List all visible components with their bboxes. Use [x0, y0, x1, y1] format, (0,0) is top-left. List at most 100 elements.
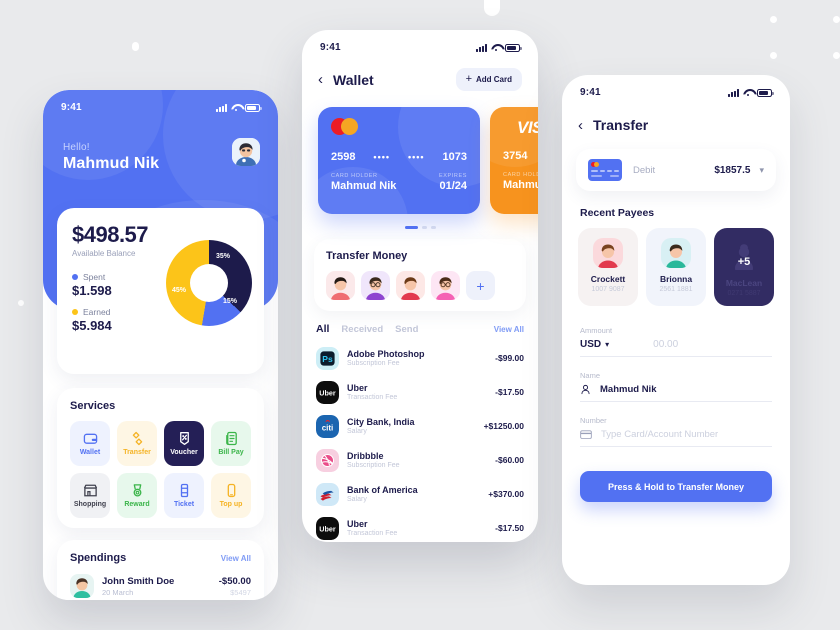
- status-time: 9:41: [61, 102, 82, 113]
- person-2-icon: [361, 271, 390, 300]
- spendings-view-all-link[interactable]: View All: [221, 554, 251, 563]
- spending-row[interactable]: John Smith Doe 20 March -$50.00 $5497: [70, 574, 251, 598]
- transaction-row[interactable]: Dribbble Subscription Fee -$60.00: [316, 443, 524, 477]
- card-holder-block: CARD HOLDER Mahmud Nik: [503, 172, 538, 191]
- legend-dot-icon: [72, 309, 78, 315]
- card-holder-label: CARD HOLDER: [331, 173, 378, 179]
- card-footer: CARD HOLDER Mahmud Nik: [503, 172, 538, 191]
- payee-name: Brionna: [659, 274, 693, 284]
- transaction-row[interactable]: Uber Uber Transaction Fee -$17.50: [316, 511, 524, 542]
- transaction-subtitle: Salary: [347, 428, 367, 435]
- payee-more-badge: +5: [737, 256, 751, 268]
- plus-icon: +: [476, 277, 485, 294]
- person-avatar[interactable]: [431, 271, 460, 300]
- name-input[interactable]: Mahmud Nik: [580, 384, 772, 402]
- transaction-name: Uber: [347, 519, 368, 529]
- source-account-selector[interactable]: Debit $1857.5 ▾: [576, 149, 776, 191]
- transaction-icon: Ps: [316, 346, 339, 370]
- card-icon: [580, 430, 592, 439]
- service-wallet[interactable]: Wallet: [70, 421, 110, 466]
- source-amount: $1857.5: [714, 164, 751, 176]
- payment-card-mastercard[interactable]: 2598 •••• •••• 1073 CARD HOLDER Mahmud N…: [318, 107, 480, 214]
- transaction-info: Dribbble Subscription Fee: [347, 451, 495, 469]
- phone-home-screen: 9:41 Hello! Mahmud Nik $498.57 Available…: [43, 90, 278, 600]
- service-transfer[interactable]: Transfer: [117, 421, 157, 466]
- avatar[interactable]: [232, 138, 260, 166]
- carousel-pager[interactable]: [302, 226, 538, 229]
- spendings-card: Spendings View All John Smith Doe 20 Marc…: [57, 540, 264, 600]
- service-bill-pay[interactable]: Bill Pay: [211, 421, 251, 466]
- add-person-button[interactable]: +: [466, 271, 495, 300]
- payment-card-visa[interactable]: VISA 3754 CARD HOLDER Mahmud Nik: [490, 107, 538, 214]
- transaction-row[interactable]: citi City Bank, India Salary +$1250.00: [316, 409, 524, 443]
- number-input[interactable]: Type Card/Account Number: [580, 429, 772, 447]
- name-field-group: Name Mahmud Nik: [580, 371, 772, 402]
- payee-name: Crockett: [590, 274, 626, 284]
- transaction-row[interactable]: Uber Uber Transaction Fee -$17.50: [316, 375, 524, 409]
- person-avatar[interactable]: [326, 271, 355, 300]
- transaction-name: Uber: [347, 383, 368, 393]
- pager-dot[interactable]: [421, 226, 427, 229]
- card-carousel[interactable]: 2598 •••• •••• 1073 CARD HOLDER Mahmud N…: [302, 107, 538, 217]
- amount-label: Ammount: [580, 326, 613, 335]
- transactions-view-all-link[interactable]: View All: [494, 325, 524, 334]
- transfer-submit-button[interactable]: Press & Hold to Transfer Money: [580, 471, 772, 502]
- service-reward[interactable]: Reward: [117, 473, 157, 518]
- payee-avatar: [593, 238, 623, 268]
- back-icon[interactable]: ‹: [318, 72, 323, 87]
- payee-card-brionna[interactable]: Brionna 2561 1881: [646, 228, 706, 306]
- pager-dot[interactable]: [430, 226, 436, 229]
- currency-select[interactable]: USD ▾: [580, 339, 622, 357]
- payee-card-crockett[interactable]: Crockett 1007 9087: [578, 228, 638, 306]
- amount-input[interactable]: 00.00: [621, 339, 772, 357]
- payee-number: 1007 9087: [591, 286, 625, 293]
- payee-card-maclean[interactable]: +5 MacLean 0271 5887: [714, 228, 774, 306]
- service-top-up[interactable]: Top up: [211, 473, 251, 518]
- back-icon[interactable]: ‹: [578, 118, 583, 133]
- spending-icon: [70, 574, 94, 598]
- avatar-icon: [232, 138, 260, 166]
- avatar-icon: [70, 574, 94, 598]
- service-ticket[interactable]: Ticket: [164, 473, 204, 518]
- tab-received[interactable]: Received: [341, 324, 383, 335]
- balance-donut-chart: 35% 15% 45%: [166, 240, 252, 326]
- legend-label: Spent: [83, 272, 106, 282]
- person-4-icon: [431, 271, 460, 300]
- transaction-row[interactable]: Bank of America Salary +$370.00: [316, 477, 524, 511]
- billpay-icon: [225, 431, 237, 446]
- person-avatar[interactable]: [361, 271, 390, 300]
- person-avatar[interactable]: [396, 271, 425, 300]
- service-shopping[interactable]: Shopping: [70, 473, 110, 518]
- service-voucher[interactable]: Voucher: [164, 421, 204, 466]
- transaction-row[interactable]: Ps Adobe Photoshop Subscription Fee -$99.00: [316, 341, 524, 375]
- decor-dot: [484, 0, 500, 16]
- transaction-info: Uber Transaction Fee: [347, 383, 495, 401]
- service-label: Ticket: [173, 501, 195, 508]
- battery-icon: [505, 43, 522, 52]
- card-number: 3754: [503, 150, 538, 162]
- transaction-subtitle: Subscription Fee: [347, 462, 400, 469]
- services-title: Services: [70, 400, 116, 412]
- status-bar: 9:41: [562, 75, 790, 101]
- transaction-list: Ps Adobe Photoshop Subscription Fee -$99.00…: [302, 341, 538, 542]
- tab-send[interactable]: Send: [395, 324, 418, 335]
- pager-dot-active[interactable]: [404, 226, 418, 229]
- payee-avatar: [661, 238, 691, 268]
- donut-hole: [190, 264, 228, 302]
- transaction-name: Bank of America: [347, 485, 418, 495]
- service-label: Top up: [219, 501, 243, 508]
- tab-all[interactable]: All: [316, 323, 329, 335]
- spending-date: 20 March: [102, 587, 134, 597]
- card-holder-value: Mahmud Nik: [331, 180, 397, 192]
- add-card-button[interactable]: + Add Card: [455, 68, 522, 91]
- transaction-amount: -$17.50: [495, 387, 524, 397]
- battery-icon: [245, 103, 262, 112]
- payee-name: MacLean: [725, 278, 763, 288]
- mastercard-icon: [591, 162, 599, 167]
- service-label: Shopping: [73, 501, 107, 508]
- number-field-group: Number Type Card/Account Number: [580, 416, 772, 447]
- spending-amounts: -$50.00 $5497: [219, 576, 251, 597]
- card-number-group-1: 2598: [331, 151, 356, 163]
- chevron-down-icon[interactable]: ▾: [759, 165, 764, 176]
- services-grid: Wallet Transfer Voucher Bill Pay Shopping Rew…: [70, 421, 251, 518]
